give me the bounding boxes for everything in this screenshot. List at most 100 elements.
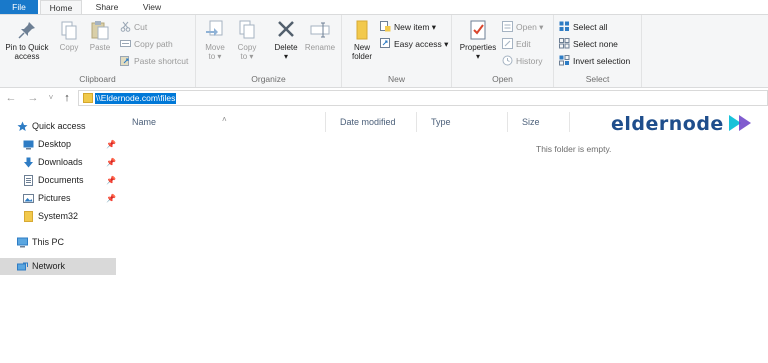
document-icon	[23, 175, 34, 186]
new-item-button[interactable]: New item ▾	[380, 20, 436, 34]
column-header-name[interactable]: Name ˄	[118, 112, 326, 132]
scissors-icon	[120, 21, 131, 32]
invert-selection-label: Invert selection	[573, 56, 631, 66]
delete-icon	[275, 19, 297, 41]
column-label-type: Type	[431, 117, 451, 127]
select-group-label: Select	[585, 74, 610, 84]
pin-icon[interactable]: 📌	[106, 154, 116, 171]
column-label-name: Name	[132, 117, 157, 127]
network-icon	[17, 261, 28, 272]
star-icon	[17, 121, 28, 132]
organize-group-label: Organize	[251, 74, 286, 84]
nav-item-system32[interactable]: System32	[0, 208, 116, 225]
select-none-label: Select none	[573, 39, 618, 49]
pin-icon[interactable]: 📌	[106, 136, 116, 153]
move-to-icon	[204, 19, 226, 41]
nav-label-system32: System32	[38, 211, 79, 221]
up-arrow-icon[interactable]: ↑	[60, 91, 74, 105]
rename-icon	[309, 19, 331, 41]
select-none-button[interactable]: Select none	[559, 37, 618, 51]
tab-file[interactable]: File	[0, 0, 38, 14]
address-path[interactable]: \\Eldernode.com\files	[95, 93, 177, 104]
select-group: Select all Select none Invert selection …	[554, 15, 642, 87]
new-folder-icon	[351, 19, 373, 41]
nav-item-pictures[interactable]: Pictures 📌	[0, 190, 116, 207]
computer-icon	[17, 237, 28, 248]
cut-button[interactable]: Cut	[120, 20, 147, 34]
nav-label-desktop: Desktop	[38, 139, 72, 149]
recent-locations-chevron-icon[interactable]: ˅	[44, 91, 58, 105]
move-to-label-line2: to ▾	[208, 52, 222, 61]
nav-item-quick-access[interactable]: Quick access	[0, 118, 116, 135]
cut-label: Cut	[134, 22, 148, 32]
new-item-icon	[380, 21, 391, 32]
empty-folder-message: This folder is empty.	[536, 144, 612, 154]
properties-button[interactable]: Properties ▾	[456, 19, 500, 61]
ribbon-tabs: File Home Share View	[0, 0, 768, 15]
copy-path-icon	[120, 38, 131, 49]
paste-shortcut-label: Paste shortcut	[134, 56, 189, 66]
easy-access-button[interactable]: Easy access ▾	[380, 37, 448, 51]
pin-icon[interactable]: 📌	[106, 190, 116, 207]
tab-view[interactable]: View	[132, 0, 172, 14]
new-folder-label-line1: New	[353, 43, 370, 52]
column-header-size[interactable]: Size	[508, 112, 570, 132]
download-arrow-icon	[23, 157, 34, 168]
copy-to-button[interactable]: Copy to ▾	[232, 19, 262, 61]
copy-label: Copy	[59, 43, 79, 52]
select-all-button[interactable]: Select all	[559, 20, 608, 34]
nav-item-network[interactable]: Network	[0, 258, 116, 275]
nav-item-downloads[interactable]: Downloads 📌	[0, 154, 116, 171]
nav-label-documents: Documents	[38, 175, 84, 185]
easy-access-label: Easy access ▾	[394, 39, 449, 49]
nav-label-this-pc: This PC	[32, 237, 65, 247]
edit-button[interactable]: Edit	[502, 37, 531, 51]
delete-caret: ▾	[283, 52, 288, 61]
nav-item-this-pc[interactable]: This PC	[0, 234, 116, 251]
invert-selection-icon	[559, 55, 570, 66]
folder-icon	[83, 93, 93, 103]
delete-button[interactable]: Delete ▾	[270, 19, 302, 61]
forward-arrow-icon[interactable]: →	[26, 91, 40, 105]
copy-path-button[interactable]: Copy path	[120, 37, 173, 51]
new-group: New folder New item ▾ Easy access ▾ New	[342, 15, 452, 87]
nav-item-documents[interactable]: Documents 📌	[0, 172, 116, 189]
history-button[interactable]: History	[502, 54, 542, 68]
file-list: Name ˄ Date modified Type Size This fold…	[118, 108, 768, 363]
column-label-date-modified: Date modified	[340, 117, 396, 127]
copy-to-label-line2: to ▾	[240, 52, 254, 61]
address-bar[interactable]: \\Eldernode.com\files	[78, 90, 768, 106]
copy-to-label-line1: Copy	[237, 43, 257, 52]
column-header-type[interactable]: Type	[417, 112, 508, 132]
paste-label: Paste	[89, 43, 111, 52]
tab-share[interactable]: Share	[84, 0, 130, 14]
pin-label-line1: Pin to Quick	[5, 43, 49, 52]
open-icon	[502, 21, 513, 32]
sort-ascending-icon: ˄	[222, 115, 227, 124]
back-arrow-icon[interactable]: ←	[4, 91, 18, 105]
desktop-icon	[23, 139, 34, 150]
paste-button[interactable]: Paste	[86, 19, 114, 52]
open-group-label: Open	[492, 74, 513, 84]
rename-button[interactable]: Rename	[302, 19, 338, 52]
select-none-icon	[559, 38, 570, 49]
invert-selection-button[interactable]: Invert selection	[559, 54, 630, 68]
new-item-label: New item ▾	[394, 22, 437, 32]
nav-item-desktop[interactable]: Desktop 📌	[0, 136, 116, 153]
column-header-date-modified[interactable]: Date modified	[326, 112, 417, 132]
open-button[interactable]: Open ▾	[502, 20, 543, 34]
new-folder-button[interactable]: New folder	[346, 19, 378, 61]
new-group-label: New	[387, 74, 405, 84]
pin-icon[interactable]: 📌	[106, 172, 116, 189]
nav-label-network: Network	[32, 261, 66, 271]
play-icon	[739, 115, 751, 131]
paste-shortcut-button[interactable]: Paste shortcut	[120, 54, 188, 68]
copy-button[interactable]: Copy	[56, 19, 82, 52]
ribbon: Pin to Quick access Copy Paste Cut Copy …	[0, 14, 768, 88]
logo-text: eldernode	[611, 113, 724, 135]
copy-to-icon	[236, 19, 258, 41]
new-folder-label-line2: folder	[351, 52, 372, 61]
tab-home[interactable]: Home	[40, 0, 82, 15]
pin-to-quick-access-button[interactable]: Pin to Quick access	[2, 19, 52, 61]
move-to-button[interactable]: Move to ▾	[200, 19, 230, 61]
